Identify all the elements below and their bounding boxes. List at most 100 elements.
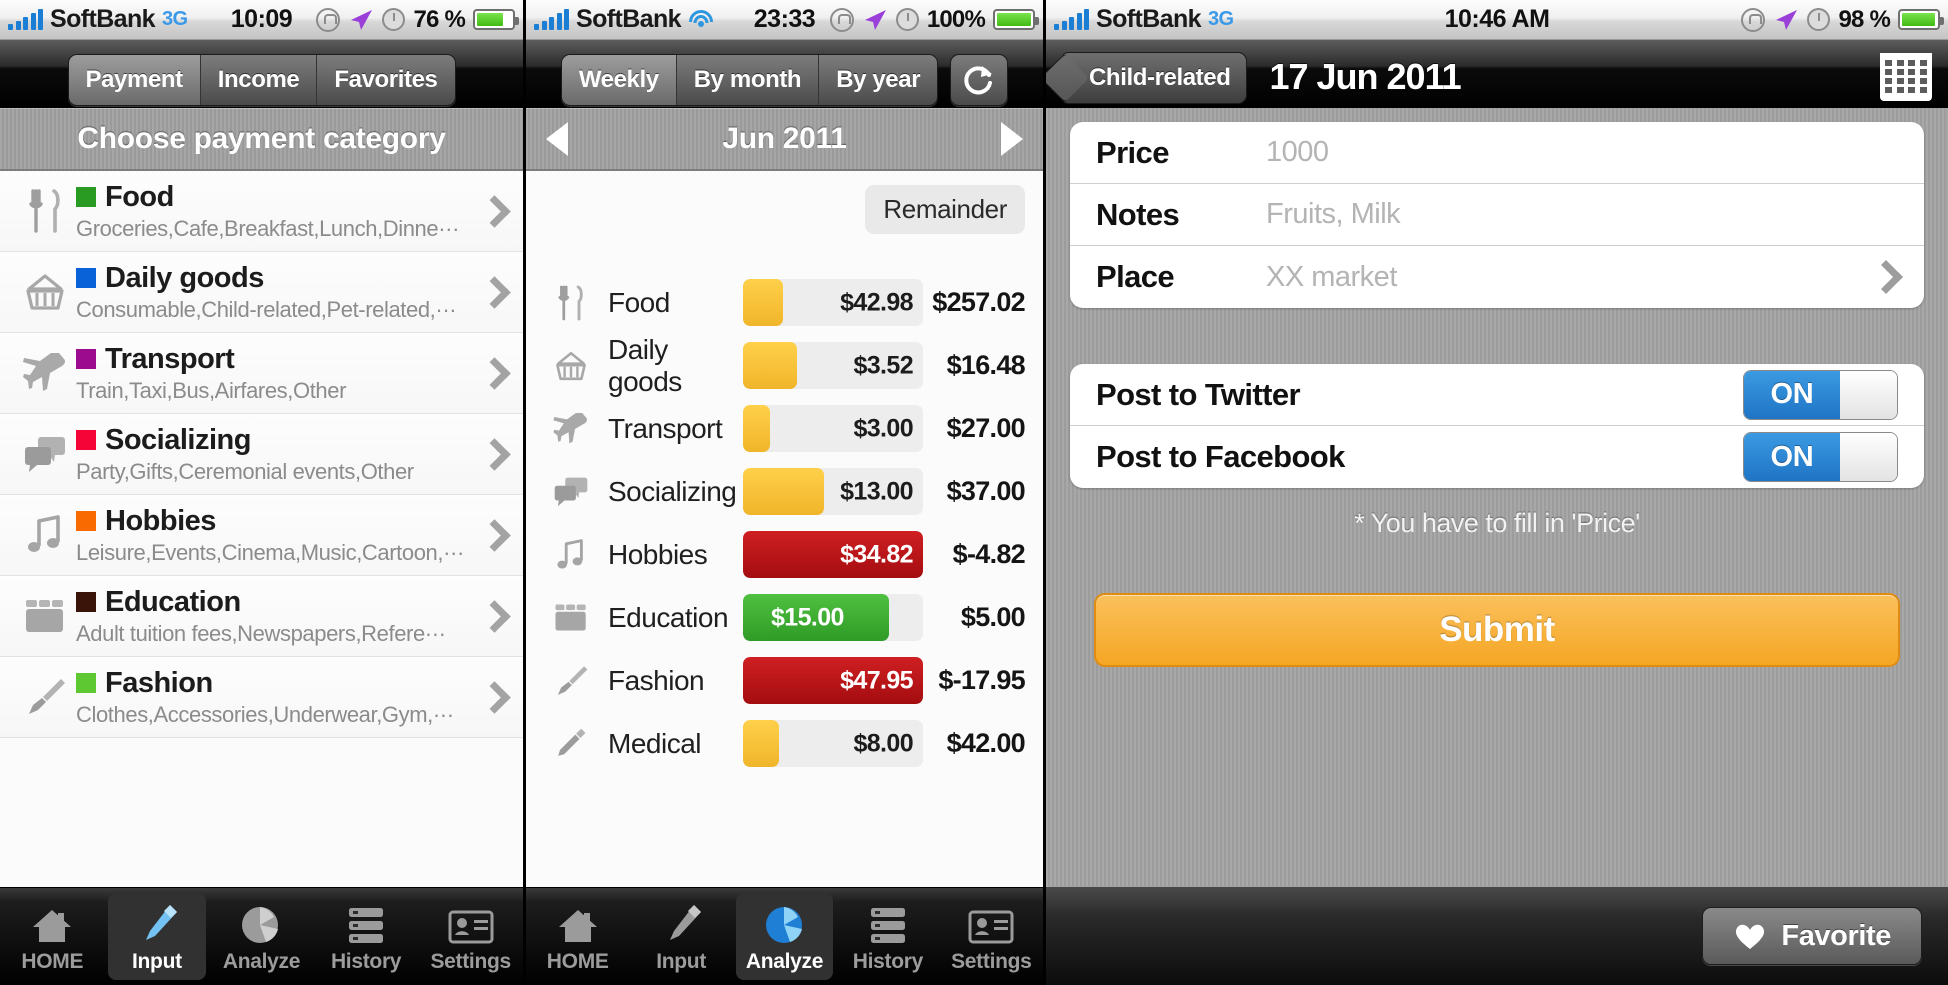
phone-screen-category-list: SoftBank 3G 10:09 76 % Payment Income Fa… [0, 0, 523, 985]
list-item[interactable]: Education Adult tuition fees,Newspapers,… [0, 576, 523, 657]
place-field-row[interactable]: Place XX market [1070, 246, 1924, 308]
chart-row[interactable]: Socializing $13.00 $37.00 [526, 460, 1043, 523]
list-item[interactable]: Daily goods Consumable,Child-related,Pet… [0, 252, 523, 333]
favorite-button[interactable]: Favorite [1702, 907, 1922, 965]
status-right-2: 100% [829, 6, 1039, 34]
folder-icon [542, 602, 600, 633]
form-spacer [1070, 308, 1924, 364]
facebook-toggle[interactable]: ON [1743, 432, 1898, 482]
list-item[interactable]: Socializing Party,Gifts,Ceremonial event… [0, 414, 523, 495]
chart-bar: $34.82 [743, 531, 923, 578]
toggle-state-label: ON [1744, 370, 1840, 419]
entry-form: Price 1000 Notes Fruits, Milk Place XX m… [1046, 108, 1948, 887]
tab-analyze[interactable]: Analyze [212, 893, 311, 980]
chart-bar-value: $3.00 [853, 414, 913, 442]
segment-by-year[interactable]: By year [819, 55, 938, 105]
segment-payment[interactable]: Payment [68, 55, 201, 105]
chart-remainder-value: $16.48 [946, 350, 1026, 380]
calendar-button[interactable] [1880, 53, 1932, 101]
price-input[interactable]: 1000 [1266, 136, 1898, 169]
battery-icon [473, 9, 519, 30]
rotation-lock-icon [1741, 7, 1766, 32]
rotation-lock-icon [316, 7, 341, 32]
chart-row-label: Medical [608, 727, 701, 759]
tab-settings[interactable]: Settings [943, 893, 1040, 980]
basket-icon [542, 350, 600, 382]
location-arrow-icon [351, 9, 373, 30]
back-button[interactable]: Child-related [1062, 52, 1248, 104]
category-name: Transport [105, 342, 235, 375]
place-input[interactable]: XX market [1266, 261, 1862, 294]
tab-home[interactable]: HOME [3, 893, 102, 980]
chart-row[interactable]: Medical $8.00 $42.00 [526, 712, 1043, 775]
place-label: Place [1096, 259, 1175, 294]
location-arrow-icon [864, 9, 886, 30]
next-period-button[interactable] [1001, 121, 1023, 156]
chart-row[interactable]: Education $15.00 $5.00 [526, 586, 1043, 649]
period-label: Jun 2011 [722, 121, 847, 155]
segment-weekly[interactable]: Weekly [561, 55, 677, 105]
subheader-1: Choose payment category [0, 108, 523, 171]
tab-history[interactable]: History [317, 893, 416, 980]
chart-row[interactable]: Transport $3.00 $27.00 [526, 397, 1043, 460]
list-item[interactable]: Hobbies Leisure,Events,Cinema,Music,Cart… [0, 495, 523, 576]
list-item[interactable]: Food Groceries,Cafe,Breakfast,Lunch,Dinn… [0, 171, 523, 252]
twitter-toggle[interactable]: ON [1743, 369, 1898, 420]
battery-charging-icon [993, 9, 1039, 30]
remainder-button[interactable]: Remainder [865, 185, 1025, 234]
toggle-knob[interactable] [1840, 433, 1897, 481]
twitter-switch-row[interactable]: Post to Twitter ON [1070, 364, 1924, 426]
tab-label: Input [131, 949, 182, 973]
bottom-bar-3: Favorite [1046, 887, 1948, 985]
facebook-label: Post to Facebook [1096, 439, 1345, 474]
chart-row[interactable]: Daily goods $3.52 $16.48 [526, 334, 1043, 397]
toggle-knob[interactable] [1840, 370, 1897, 419]
tab-history[interactable]: History [839, 893, 936, 980]
list-item[interactable]: Transport Train,Taxi,Bus,Airfares,Other [0, 333, 523, 414]
segment-income[interactable]: Income [200, 55, 318, 105]
notes-field-row[interactable]: Notes Fruits, Milk [1070, 184, 1924, 246]
status-right-1: 76 % [316, 6, 519, 34]
refresh-button[interactable] [950, 54, 1009, 106]
subheader-title: Choose payment category [77, 121, 446, 155]
chart-row[interactable]: Food $42.98 $257.02 [526, 271, 1043, 334]
chart-row[interactable]: Hobbies $34.82 $-4.82 [526, 523, 1043, 586]
previous-period-button[interactable] [546, 121, 568, 156]
nav-bar-1: Payment Income Favorites [0, 40, 523, 108]
tab-input[interactable]: Input [107, 893, 207, 980]
notes-input[interactable]: Fruits, Milk [1266, 198, 1898, 231]
category-subitems: Train,Taxi,Bus,Airfares,Other [76, 377, 347, 403]
chevron-right-icon [477, 443, 511, 466]
category-name: Daily goods [105, 261, 264, 294]
chevron-right-icon [477, 686, 511, 709]
dropper-icon [542, 726, 600, 762]
chart-row-label: Daily goods [608, 333, 682, 397]
chart-bar-value: $47.95 [840, 666, 913, 694]
category-subitems: Leisure,Events,Cinema,Music,Cartoon,··· [76, 539, 464, 565]
alarm-clock-icon [895, 8, 919, 31]
tab-home[interactable]: HOME [529, 893, 626, 980]
card-icon [448, 900, 494, 945]
segmented-control-range[interactable]: Weekly By month By year [560, 54, 939, 106]
tab-settings[interactable]: Settings [421, 893, 520, 980]
segment-by-month[interactable]: By month [676, 55, 820, 105]
chart-bar: $42.98 [743, 279, 923, 326]
segment-favorites[interactable]: Favorites [317, 55, 455, 105]
submit-button[interactable]: Submit [1094, 593, 1900, 667]
chart-row-label: Hobbies [608, 538, 708, 570]
refresh-icon [964, 66, 993, 95]
cutlery-icon [542, 285, 600, 321]
price-field-row[interactable]: Price 1000 [1070, 122, 1924, 184]
list-item-body: Education Adult tuition fees,Newspapers,… [76, 586, 477, 647]
segmented-control-type[interactable]: Payment Income Favorites [67, 54, 456, 106]
list-item[interactable]: Fashion Clothes,Accessories,Underwear,Gy… [0, 657, 523, 738]
music-icon [542, 538, 600, 572]
facebook-switch-row[interactable]: Post to Facebook ON [1070, 426, 1924, 488]
category-subitems: Consumable,Child-related,Pet-related,··· [76, 296, 457, 322]
category-name: Fashion [105, 666, 213, 699]
tab-input[interactable]: Input [632, 893, 729, 980]
heart-icon [1736, 924, 1765, 949]
category-color-swatch [76, 511, 96, 531]
tab-analyze[interactable]: Analyze [735, 893, 834, 980]
chart-row[interactable]: Fashion $47.95 $-17.95 [526, 649, 1043, 712]
